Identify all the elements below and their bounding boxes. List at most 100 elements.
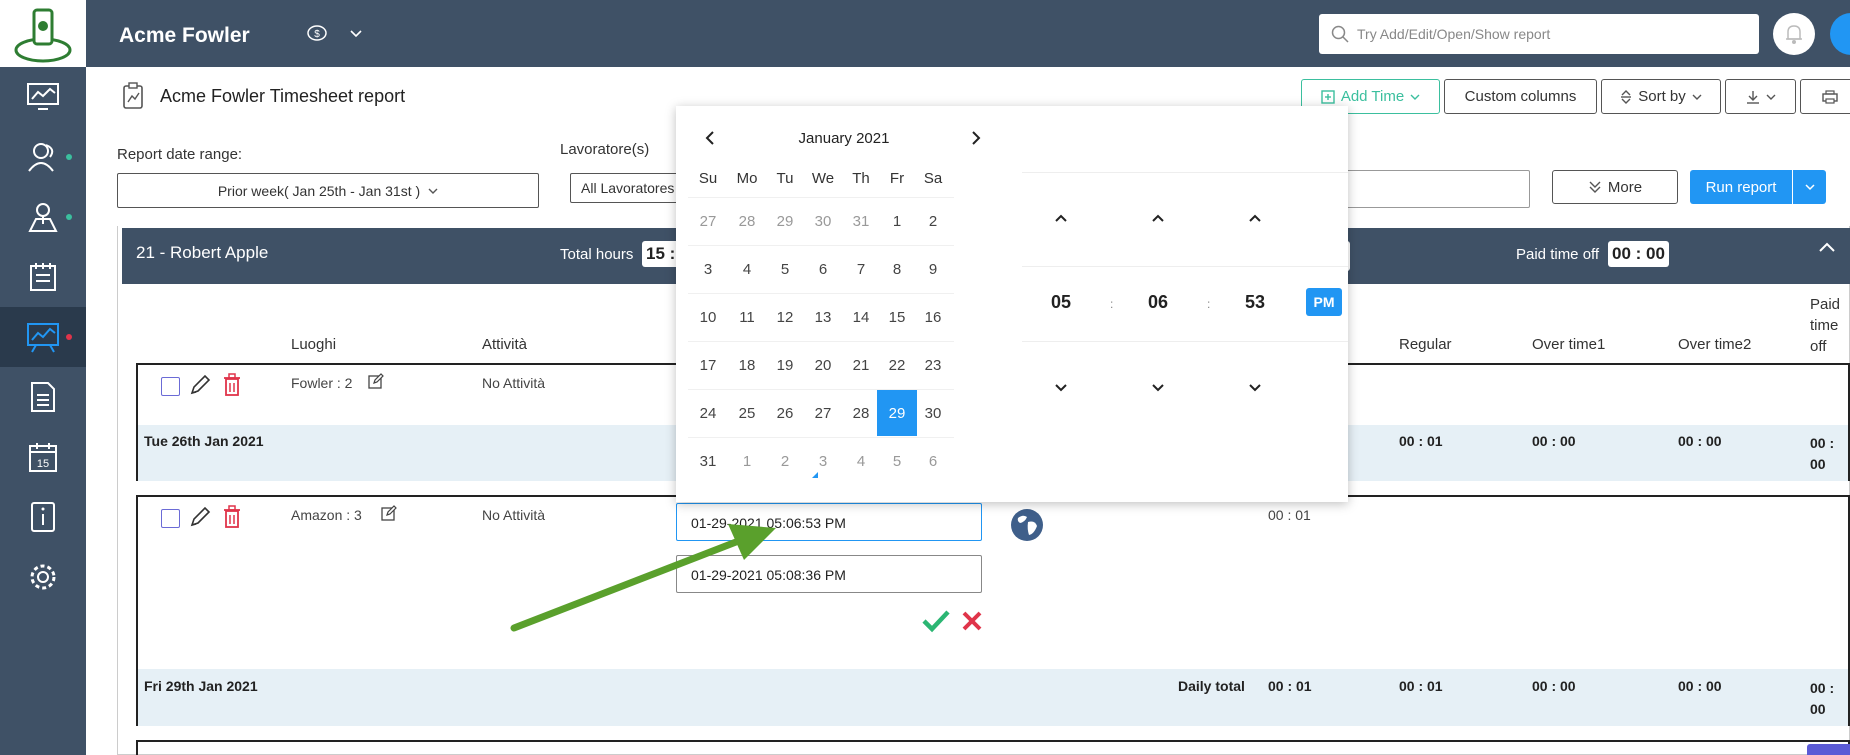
calendar-day[interactable]: 12 bbox=[765, 294, 805, 340]
sidebar-item-documents[interactable] bbox=[0, 367, 86, 427]
calendar-day[interactable]: 15 bbox=[877, 294, 917, 340]
calendar-day[interactable]: 6 bbox=[803, 246, 843, 292]
trash-icon[interactable] bbox=[222, 373, 242, 400]
calendar-day[interactable]: 26 bbox=[765, 390, 805, 436]
calendar-day[interactable]: 17 bbox=[688, 342, 728, 388]
calendar-day[interactable]: 1 bbox=[727, 438, 767, 484]
calendar-day[interactable]: 9 bbox=[913, 246, 953, 292]
calendar-day[interactable]: 1 bbox=[877, 198, 917, 244]
calendar-day[interactable]: 29 bbox=[765, 198, 805, 244]
calendar-day[interactable]: 2 bbox=[765, 438, 805, 484]
calendar-day[interactable]: 8 bbox=[877, 246, 917, 292]
weekday-label: Tu bbox=[776, 170, 794, 187]
coins-icon: $ bbox=[307, 25, 327, 41]
row-checkbox[interactable] bbox=[161, 377, 180, 396]
calendar-day[interactable]: 22 bbox=[877, 342, 917, 388]
second-up-button[interactable] bbox=[1248, 210, 1262, 226]
calendar-day[interactable]: 2 bbox=[913, 198, 953, 244]
ampm-toggle[interactable]: PM bbox=[1306, 288, 1342, 316]
calendar-day-selected[interactable]: 29 bbox=[877, 390, 917, 436]
download-button[interactable] bbox=[1725, 79, 1796, 114]
minute-down-button[interactable] bbox=[1151, 380, 1165, 396]
calendar-day[interactable]: 20 bbox=[803, 342, 843, 388]
calendar-day[interactable]: 5 bbox=[877, 438, 917, 484]
sidebar-item-users[interactable] bbox=[0, 127, 86, 187]
calendar-day[interactable]: 30 bbox=[803, 198, 843, 244]
sidebar-item-notes[interactable] bbox=[0, 247, 86, 307]
worker-select[interactable]: All Lavoratores bbox=[570, 173, 680, 203]
entry-activity: No Attività bbox=[482, 375, 546, 391]
calendar-day[interactable]: 18 bbox=[727, 342, 767, 388]
chevron-up-icon bbox=[1055, 214, 1067, 222]
calendar-day[interactable]: 7 bbox=[841, 246, 881, 292]
sidebar-item-reports[interactable] bbox=[0, 307, 86, 367]
run-report-button[interactable]: Run report bbox=[1690, 170, 1826, 204]
download-icon bbox=[1746, 90, 1759, 104]
run-report-dropdown[interactable] bbox=[1792, 170, 1826, 204]
sort-by-button[interactable]: Sort by bbox=[1601, 79, 1721, 114]
sidebar-item-calendar[interactable]: 15 bbox=[0, 427, 86, 487]
calendar-day[interactable]: 13 bbox=[803, 294, 843, 340]
hour-up-button[interactable] bbox=[1054, 210, 1068, 226]
second-down-button[interactable] bbox=[1248, 380, 1262, 396]
date-range-select[interactable]: Prior week( Jan 25th - Jan 31st ) bbox=[117, 173, 539, 208]
app-logo[interactable] bbox=[0, 0, 86, 67]
hour-value[interactable]: 05 bbox=[1041, 292, 1081, 313]
custom-columns-button[interactable]: Custom columns bbox=[1444, 79, 1597, 114]
print-button[interactable] bbox=[1800, 79, 1850, 114]
calendar-day[interactable]: 30 bbox=[913, 390, 953, 436]
trash-icon[interactable] bbox=[222, 505, 242, 532]
sidebar-item-locations[interactable] bbox=[0, 187, 86, 247]
hour-down-button[interactable] bbox=[1054, 380, 1068, 396]
notifications-button[interactable] bbox=[1773, 13, 1815, 55]
sidebar-item-settings[interactable] bbox=[0, 547, 86, 607]
pencil-icon[interactable] bbox=[188, 373, 212, 400]
calendar-day[interactable]: 5 bbox=[765, 246, 805, 292]
calendar-day[interactable]: 31 bbox=[841, 198, 881, 244]
calendar-day[interactable]: 27 bbox=[688, 198, 728, 244]
calendar-day[interactable]: 25 bbox=[727, 390, 767, 436]
calendar-day[interactable]: 4 bbox=[727, 246, 767, 292]
cancel-x-icon[interactable] bbox=[961, 610, 983, 635]
chevron-right-icon bbox=[972, 131, 981, 145]
svg-text:15: 15 bbox=[37, 458, 49, 470]
worker-value: All Lavoratores bbox=[581, 180, 675, 196]
sidebar-item-info[interactable] bbox=[0, 487, 86, 547]
calendar-day[interactable]: 3 bbox=[688, 246, 728, 292]
next-month-button[interactable] bbox=[970, 130, 982, 149]
pencil-icon[interactable] bbox=[188, 505, 212, 532]
more-filters-button[interactable]: More bbox=[1552, 170, 1678, 204]
calendar-day[interactable]: 3 bbox=[803, 438, 843, 484]
calendar-day[interactable]: 4 bbox=[841, 438, 881, 484]
search-box[interactable]: Try Add/Edit/Open/Show report bbox=[1319, 14, 1759, 54]
calendar-day[interactable]: 24 bbox=[688, 390, 728, 436]
calendar-day[interactable]: 6 bbox=[913, 438, 953, 484]
calendar-day[interactable]: 11 bbox=[727, 294, 767, 340]
calendar-day[interactable]: 27 bbox=[803, 390, 843, 436]
calendar-day[interactable]: 28 bbox=[727, 198, 767, 244]
calendar-day[interactable]: 19 bbox=[765, 342, 805, 388]
row-checkbox[interactable] bbox=[161, 509, 180, 528]
calendar-day[interactable]: 23 bbox=[913, 342, 953, 388]
edit-note-icon[interactable] bbox=[381, 505, 397, 524]
calendar-day[interactable]: 31 bbox=[688, 438, 728, 484]
filter-input[interactable] bbox=[1348, 170, 1530, 208]
minute-value[interactable]: 06 bbox=[1138, 292, 1178, 313]
sidebar-item-dashboard[interactable] bbox=[0, 67, 86, 127]
currency-switcher[interactable]: $ bbox=[306, 24, 328, 45]
weekday-header: Su Mo Tu We Th Fr Sa bbox=[676, 170, 1012, 190]
calendar-day[interactable]: 28 bbox=[841, 390, 881, 436]
minute-up-button[interactable] bbox=[1151, 210, 1165, 226]
globe-icon[interactable] bbox=[1010, 508, 1044, 545]
calendar-day[interactable]: 10 bbox=[688, 294, 728, 340]
calendar-day[interactable]: 21 bbox=[841, 342, 881, 388]
partial-action-button[interactable] bbox=[1807, 744, 1850, 755]
calendar-day[interactable]: 14 bbox=[841, 294, 881, 340]
search-input[interactable]: Try Add/Edit/Open/Show report bbox=[1357, 26, 1550, 42]
edit-note-icon[interactable] bbox=[368, 373, 384, 392]
collapse-chevron-icon[interactable] bbox=[1818, 240, 1836, 256]
confirm-check-icon[interactable] bbox=[921, 609, 951, 636]
calendar-day[interactable]: 16 bbox=[913, 294, 953, 340]
chevron-down-icon[interactable] bbox=[350, 26, 362, 42]
second-value[interactable]: 53 bbox=[1235, 292, 1275, 313]
